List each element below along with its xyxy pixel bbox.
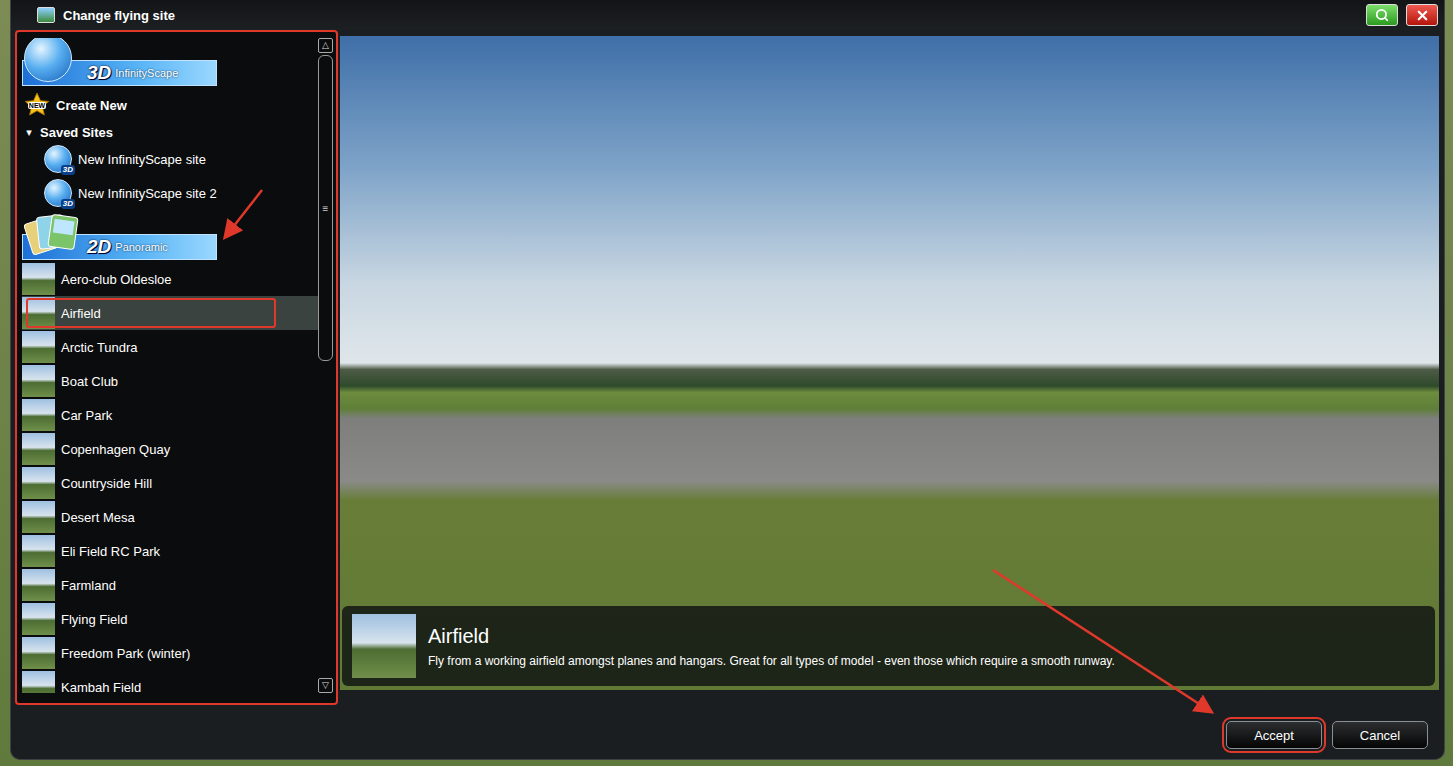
site-thumbnail [22, 297, 55, 329]
site-thumbnail [22, 569, 55, 601]
cancel-button[interactable]: Cancel [1332, 721, 1428, 749]
preview-thumbnail [352, 614, 416, 678]
panoramic-site-item[interactable]: Arctic Tundra [22, 330, 318, 364]
dialog-window: Change flying site 3D InfinityScape NEW Crea… [10, 0, 1445, 760]
expand-toggle[interactable]: ▾ [24, 126, 34, 139]
new-badge: NEW [28, 102, 46, 109]
panoramic-site-item[interactable]: Boat Club [22, 364, 318, 398]
app-screen: Change flying site 3D InfinityScape NEW Crea… [0, 0, 1453, 766]
window-title: Change flying site [63, 8, 1358, 23]
panoramic-site-item[interactable]: Farmland [22, 568, 318, 602]
item-label: Airfield [61, 306, 101, 321]
globe-badge: 3D [61, 165, 75, 175]
preview-description: Fly from a working airfield amongst plan… [428, 654, 1115, 668]
group-label: Saved Sites [40, 125, 113, 140]
globe-3d-icon: 3D [44, 145, 72, 173]
annotation-arrows-icon [0, 0, 1453, 766]
site-thumbnail [22, 603, 55, 635]
site-icon [37, 7, 55, 23]
panoramic-site-item[interactable]: Car Park [22, 398, 318, 432]
item-label: Create New [56, 98, 127, 113]
search-icon [1375, 8, 1389, 22]
item-label: Flying Field [61, 612, 127, 627]
site-thumbnail [22, 671, 55, 693]
item-label: Kambah Field [61, 680, 141, 694]
site-thumbnail [22, 535, 55, 567]
title-bar: Change flying site [11, 0, 1444, 30]
item-label: Freedom Park (winter) [61, 646, 190, 661]
item-label: Boat Club [61, 374, 118, 389]
panoramic-site-item[interactable]: Desert Mesa [22, 500, 318, 534]
banner-badge: 3D [87, 62, 111, 84]
site-thumbnail [22, 399, 55, 431]
close-button[interactable] [1406, 4, 1438, 26]
item-label: New InfinityScape site 2 [78, 186, 217, 201]
item-label: Arctic Tundra [61, 340, 138, 355]
item-label: New InfinityScape site [78, 152, 206, 167]
panoramic-site-item[interactable]: Countryside Hill [22, 466, 318, 500]
saved-sites-group[interactable]: ▾ Saved Sites [22, 122, 318, 142]
new-star-icon: NEW [24, 92, 50, 118]
site-thumbnail [22, 637, 55, 669]
scroll-track[interactable]: ≡ [318, 55, 333, 676]
globe-3d-icon: 3D [44, 179, 72, 207]
panoramic-site-item[interactable]: Airfield [22, 296, 318, 330]
infinityscape-header: 3D InfinityScape [22, 38, 318, 88]
item-label: Aero-club Oldesloe [61, 272, 172, 287]
annotation-box [26, 298, 276, 328]
panoramic-site-item[interactable]: Copenhagen Quay [22, 432, 318, 466]
accept-button[interactable]: Accept [1226, 721, 1322, 749]
close-icon [1415, 8, 1430, 23]
item-label: Eli Field RC Park [61, 544, 160, 559]
main-area: 3D InfinityScape NEW Create New ▾ Saved Sites… [11, 30, 1444, 705]
create-new-item[interactable]: NEW Create New [22, 88, 318, 122]
item-label: Farmland [61, 578, 116, 593]
site-thumbnail [22, 433, 55, 465]
site-thumbnail [22, 331, 55, 363]
panoramic-site-item[interactable]: Flying Field [22, 602, 318, 636]
item-label: Copenhagen Quay [61, 442, 170, 457]
site-list: 3D InfinityScape NEW Create New ▾ Saved Sites… [22, 38, 318, 693]
item-label: Car Park [61, 408, 112, 423]
item-label: Countryside Hill [61, 476, 152, 491]
panoramic-header: 2D Panoramic [22, 210, 318, 262]
button-bar: Accept Cancel [11, 705, 1444, 759]
site-list-panel: 3D InfinityScape NEW Create New ▾ Saved Sites… [15, 30, 338, 705]
saved-site-item[interactable]: 3DNew InfinityScape site 2 [22, 176, 318, 210]
panoramic-site-item[interactable]: Freedom Park (winter) [22, 636, 318, 670]
saved-site-item[interactable]: 3DNew InfinityScape site [22, 142, 318, 176]
panoramic-cards-icon [24, 210, 86, 256]
site-thumbnail [22, 263, 55, 295]
scrollbar[interactable]: △ ≡ ▽ [318, 38, 333, 693]
search-button[interactable] [1366, 4, 1398, 26]
preview-caption: Airfield Fly from a working airfield amon… [342, 606, 1435, 686]
site-thumbnail [22, 365, 55, 397]
site-thumbnail [22, 501, 55, 533]
panoramic-site-item[interactable]: Aero-club Oldesloe [22, 262, 318, 296]
scroll-up-button[interactable]: △ [318, 38, 333, 53]
site-thumbnail [22, 467, 55, 499]
banner-badge: 2D [87, 236, 111, 258]
panoramic-site-item[interactable]: Kambah Field [22, 670, 318, 693]
item-label: Desert Mesa [61, 510, 135, 525]
panoramic-site-item[interactable]: Eli Field RC Park [22, 534, 318, 568]
banner-label: InfinityScape [115, 67, 178, 79]
site-preview: Airfield Fly from a working airfield amon… [340, 36, 1439, 690]
globe-badge: 3D [61, 199, 75, 209]
scroll-down-button[interactable]: ▽ [318, 678, 333, 693]
scroll-thumb[interactable]: ≡ [318, 55, 333, 361]
preview-title: Airfield [428, 625, 1115, 648]
globe-icon [24, 38, 72, 86]
banner-label: Panoramic [115, 241, 168, 253]
